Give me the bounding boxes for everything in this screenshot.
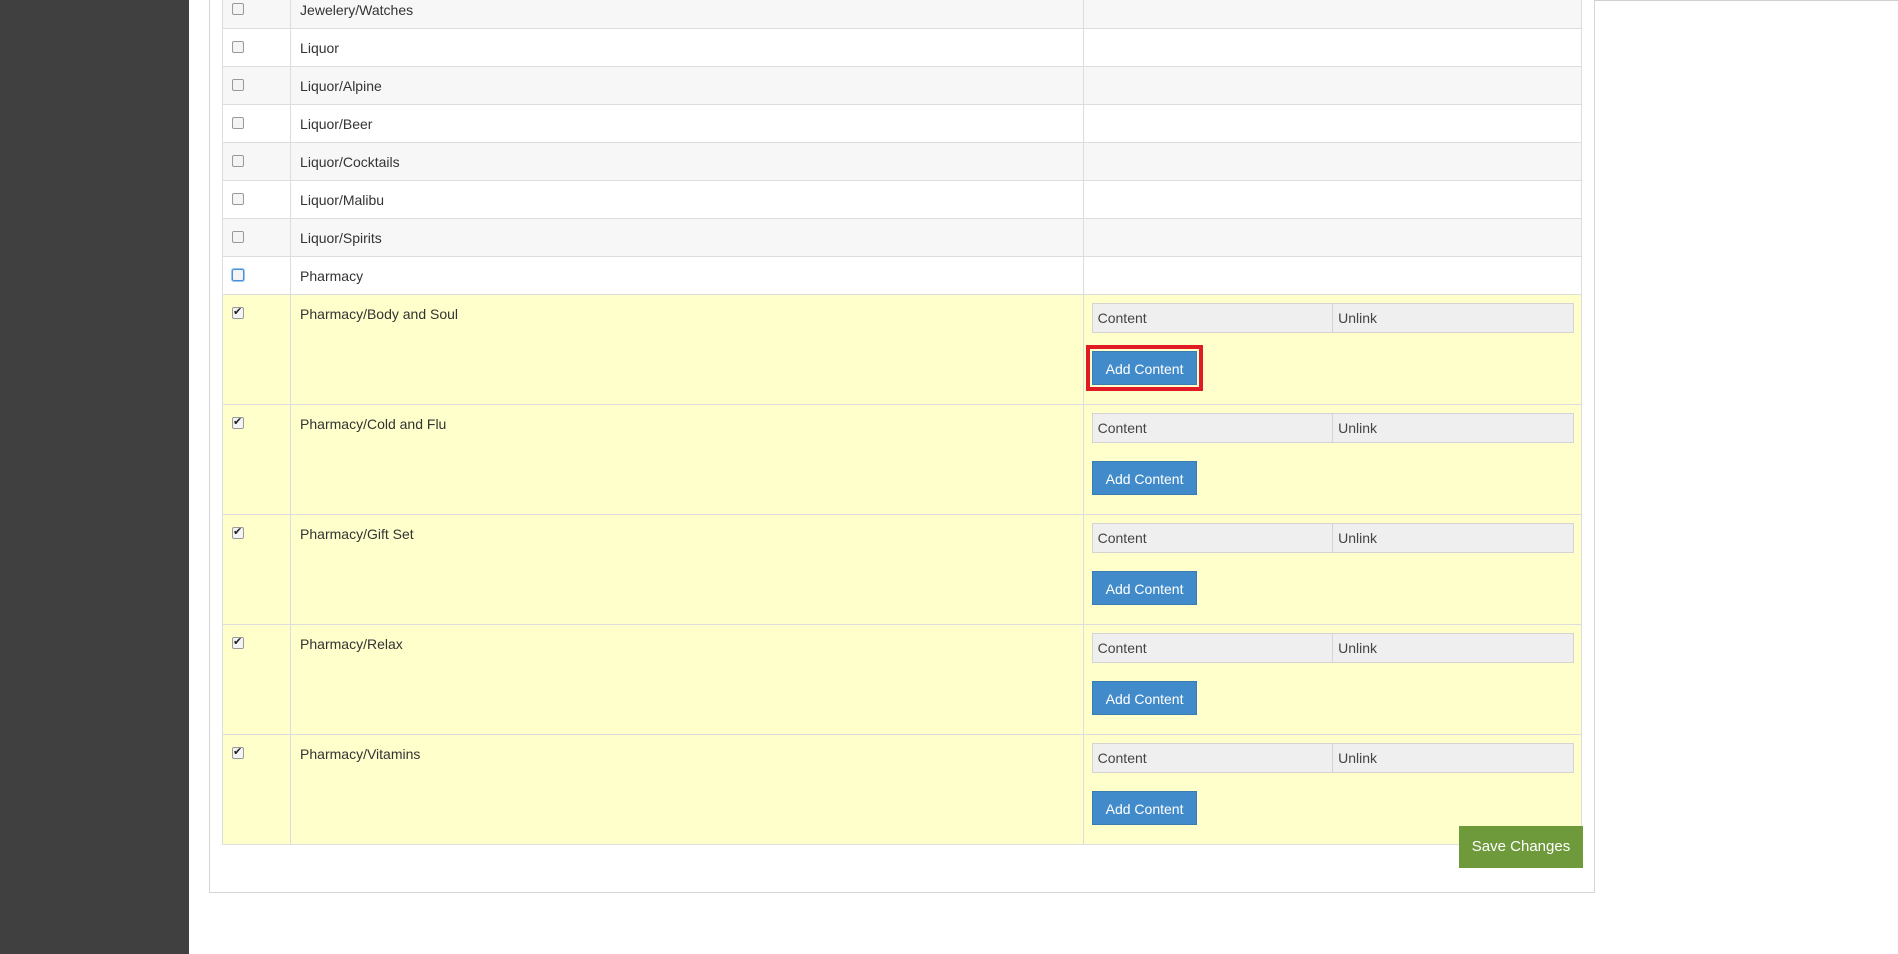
table-row: Jewelery/Watches [221,0,1583,29]
content-column-header: Content [1091,413,1334,443]
category-checkbox[interactable] [232,305,244,319]
table-row: Pharmacy/Vitamins Content Unlink Add Con… [221,734,1583,845]
category-name: Pharmacy [300,268,364,284]
category-checkbox[interactable] [232,155,244,167]
add-content-button[interactable]: Add Content [1091,461,1198,495]
category-checkbox[interactable] [232,79,244,91]
add-content-button[interactable]: Add Content [1091,791,1198,825]
category-name: Pharmacy/Relax [300,636,403,652]
category-checkbox[interactable] [232,745,244,759]
category-checkbox[interactable] [232,117,244,129]
category-name: Liquor/Spirits [300,230,382,246]
content-column-header: Content [1091,743,1334,773]
table-row: Liquor/Beer [221,104,1583,143]
table-row: Liquor/Cocktails [221,142,1583,181]
category-checkbox[interactable] [232,193,244,205]
table-row: Pharmacy/Gift Set Content Unlink Add Con… [221,514,1583,625]
table-row: Liquor/Alpine [221,66,1583,105]
unlink-column-header: Unlink [1332,413,1574,443]
content-column-header: Content [1091,303,1334,333]
unlink-column-header: Unlink [1332,633,1574,663]
category-name: Liquor/Malibu [300,192,385,208]
category-checkbox[interactable] [232,269,244,281]
category-checkbox[interactable] [232,41,244,53]
content-table: Content Unlink [1091,633,1574,663]
category-checkbox[interactable] [232,415,244,429]
content-column-header: Content [1091,523,1334,553]
category-checkbox[interactable] [232,635,244,649]
add-content-button[interactable]: Add Content [1091,571,1198,605]
left-sidebar [0,0,189,954]
category-name: Pharmacy/Body and Soul [300,306,459,322]
add-content-button[interactable]: Add Content [1085,345,1204,391]
unlink-column-header: Unlink [1332,303,1574,333]
table-row: Liquor/Malibu [221,180,1583,219]
category-table: Jewelery/Watches Liquor Liquor/Alpine Li… [221,0,1583,845]
table-row: Pharmacy/Body and Soul Content Unlink Ad… [221,294,1583,405]
category-name: Jewelery/Watches [300,2,414,18]
table-row: Pharmacy/Relax Content Unlink Add Conten… [221,624,1583,735]
content-table: Content Unlink [1091,303,1574,333]
table-row: Liquor [221,28,1583,67]
unlink-column-header: Unlink [1332,743,1574,773]
category-name: Liquor/Cocktails [300,154,400,170]
category-name: Pharmacy/Vitamins [300,746,421,762]
category-checkbox[interactable] [232,231,244,243]
category-name: Pharmacy/Gift Set [300,526,414,542]
category-name: Liquor/Beer [300,116,373,132]
category-name: Liquor [300,40,339,56]
content-column-header: Content [1091,633,1334,663]
top-divider [1595,0,1898,1]
table-row: Pharmacy [221,256,1583,295]
category-name: Pharmacy/Cold and Flu [300,416,447,432]
add-content-button[interactable]: Add Content [1091,681,1198,715]
unlink-column-header: Unlink [1332,523,1574,553]
category-checkbox[interactable] [232,525,244,539]
table-row: Liquor/Spirits [221,218,1583,257]
save-changes-button[interactable]: Save Changes [1459,826,1583,868]
table-row: Pharmacy/Cold and Flu Content Unlink Add… [221,404,1583,515]
category-checkbox[interactable] [232,3,244,15]
category-name: Liquor/Alpine [300,78,382,94]
content-table: Content Unlink [1091,413,1574,443]
content-table: Content Unlink [1091,743,1574,773]
content-table: Content Unlink [1091,523,1574,553]
